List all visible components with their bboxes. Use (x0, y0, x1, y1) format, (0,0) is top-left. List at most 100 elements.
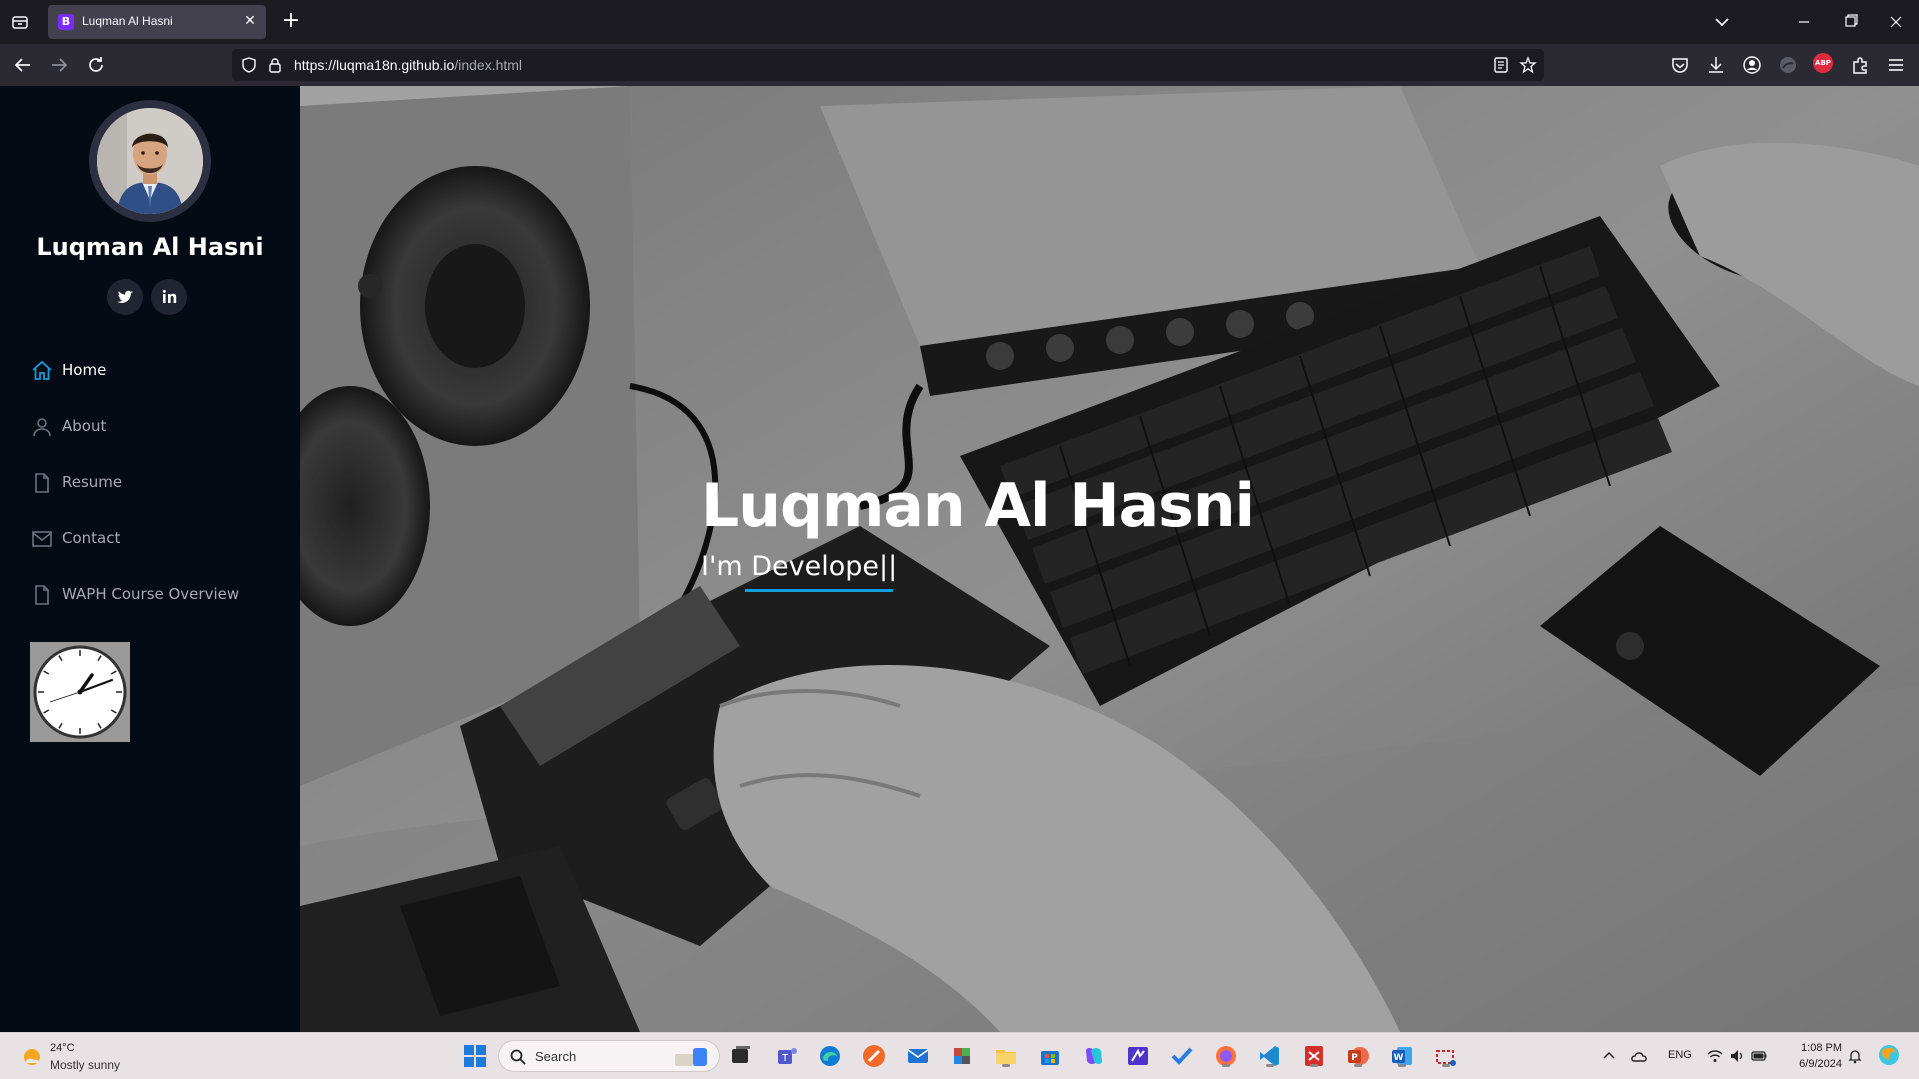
close-tab-icon[interactable]: ✕ (242, 13, 258, 29)
powerautomate-icon[interactable] (1125, 1043, 1151, 1069)
copilot-icon[interactable] (1081, 1043, 1107, 1069)
edge-icon[interactable] (817, 1043, 843, 1069)
sidebar: Luqman Al Hasni Home About Resume Contac… (0, 86, 300, 1032)
nav-label-waph-course-overview: WAPH Course Overview (62, 585, 240, 603)
teams-icon[interactable]: T (774, 1043, 800, 1069)
url-host: https://luqma18n.github.io (294, 57, 455, 73)
windows-start-icon[interactable] (462, 1043, 488, 1069)
bookmark-star-icon[interactable] (1519, 56, 1537, 74)
clock-time[interactable]: 1:08 PM (1770, 1042, 1842, 1054)
nav-item-resume[interactable]: Resume (30, 468, 280, 498)
mail-icon[interactable] (905, 1043, 931, 1069)
snipping-tool-icon[interactable] (1433, 1043, 1459, 1069)
nav-label-contact: Contact (62, 529, 121, 547)
new-tab-icon[interactable]: + (280, 10, 302, 32)
browser-tab-bar: B Luqman Al Hasni ✕ + (0, 0, 1919, 44)
nav-item-contact[interactable]: Contact (30, 524, 280, 554)
hero-section: Luqman Al Hasni I'm Develope|| (300, 86, 1919, 1032)
weather-temperature[interactable]: 24°C (50, 1042, 75, 1054)
wifi-icon[interactable] (1706, 1047, 1724, 1065)
weather-condition[interactable]: Mostly sunny (50, 1058, 120, 1072)
onedrive-cloud-icon[interactable] (1630, 1047, 1648, 1065)
running-indicator (1222, 1064, 1230, 1067)
tab-list-icon[interactable] (10, 12, 30, 32)
person-icon (30, 415, 54, 439)
browser-tab[interactable]: B Luqman Al Hasni ✕ (48, 5, 266, 39)
search-icon (509, 1048, 527, 1066)
envelope-icon (30, 527, 54, 551)
back-arrow-icon[interactable] (12, 54, 34, 76)
close-window-icon[interactable] (1884, 10, 1908, 34)
tab-overflow-chevron-icon[interactable] (1710, 10, 1734, 34)
svg-text:T: T (781, 1053, 789, 1064)
volume-icon[interactable] (1728, 1047, 1746, 1065)
profile-photo (89, 100, 211, 222)
running-indicator (1354, 1064, 1362, 1067)
linkedin-icon[interactable] (151, 279, 187, 315)
search-highlight-icon (675, 1048, 707, 1066)
url-path: /index.html (454, 57, 523, 73)
nav-item-home[interactable]: Home (30, 356, 280, 386)
show-hidden-icons-chevron-icon[interactable] (1600, 1047, 1618, 1065)
nav-label-about: About (62, 417, 107, 435)
firefox-icon[interactable] (1213, 1043, 1239, 1069)
download-icon[interactable] (1705, 54, 1727, 76)
lock-icon[interactable] (266, 56, 284, 74)
account-icon[interactable] (1741, 54, 1763, 76)
hero-typed-subtitle: I'm Develope|| (701, 551, 898, 582)
tab-favicon: B (58, 14, 74, 30)
browser-navigation-bar: https://luqma18n.github.io/index.html AB… (0, 44, 1919, 86)
nav-label-home: Home (62, 361, 107, 379)
typed-underline (745, 589, 893, 592)
hero-title: Luqman Al Hasni (701, 471, 1255, 541)
shield-icon[interactable] (240, 56, 258, 74)
running-indicator (1398, 1064, 1406, 1067)
file-explorer-icon[interactable] (993, 1043, 1019, 1069)
svg-text:W: W (1394, 1053, 1404, 1063)
running-indicator (1442, 1064, 1450, 1067)
url-bar[interactable]: https://luqma18n.github.io/index.html (232, 49, 1544, 81)
extension-circle-icon[interactable] (1777, 54, 1799, 76)
taskbar-search-box[interactable]: Search (498, 1040, 720, 1072)
nav-item-about[interactable]: About (30, 412, 280, 442)
running-indicator (1266, 1064, 1274, 1067)
twitter-icon[interactable] (107, 279, 143, 315)
pdf-reader-icon[interactable] (1301, 1043, 1327, 1069)
hero-background-image (300, 86, 1919, 1032)
search-placeholder: Search (535, 1049, 577, 1064)
reader-view-icon[interactable] (1492, 56, 1510, 74)
file-icon (30, 583, 54, 607)
running-indicator (1002, 1064, 1010, 1067)
pencil-app-icon[interactable] (861, 1043, 887, 1069)
tab-title: Luqman Al Hasni (82, 14, 173, 28)
profile-name: Luqman Al Hasni (36, 233, 264, 261)
weather-sun-icon[interactable] (20, 1045, 44, 1069)
vscode-icon[interactable] (1257, 1043, 1283, 1069)
input-language[interactable]: ENG (1668, 1049, 1692, 1061)
hamburger-menu-icon[interactable] (1885, 54, 1907, 76)
store-icon[interactable] (1037, 1043, 1063, 1069)
clock-date[interactable]: 6/9/2024 (1770, 1058, 1842, 1070)
battery-icon[interactable] (1750, 1047, 1768, 1065)
task-view-icon[interactable] (728, 1043, 754, 1069)
copilot-app-icon[interactable] (949, 1043, 975, 1069)
reload-icon[interactable] (85, 54, 107, 76)
file-icon (30, 471, 54, 495)
nav-item-waph-course-overview[interactable]: WAPH Course Overview (30, 580, 280, 610)
analog-clock (30, 642, 130, 742)
forward-arrow-icon[interactable] (48, 54, 70, 76)
powerpoint-icon[interactable]: P (1345, 1043, 1371, 1069)
home-icon (30, 359, 54, 383)
pocket-icon[interactable] (1669, 54, 1691, 76)
windows-taskbar: 24°C Mostly sunny Search T P W ENG 1:08 … (0, 1032, 1919, 1079)
word-icon[interactable]: W (1389, 1043, 1415, 1069)
url-text[interactable]: https://luqma18n.github.io/index.html (294, 57, 522, 73)
adblock-plus-icon[interactable]: ABP (1813, 53, 1833, 73)
extensions-puzzle-icon[interactable] (1849, 54, 1871, 76)
nav-label-resume: Resume (62, 473, 123, 491)
minimize-icon[interactable] (1792, 10, 1816, 34)
notification-bell-icon[interactable] (1846, 1047, 1864, 1065)
restore-icon[interactable] (1838, 10, 1862, 34)
todo-check-icon[interactable] (1169, 1043, 1195, 1069)
copilot-pre-icon[interactable] (1876, 1042, 1902, 1068)
